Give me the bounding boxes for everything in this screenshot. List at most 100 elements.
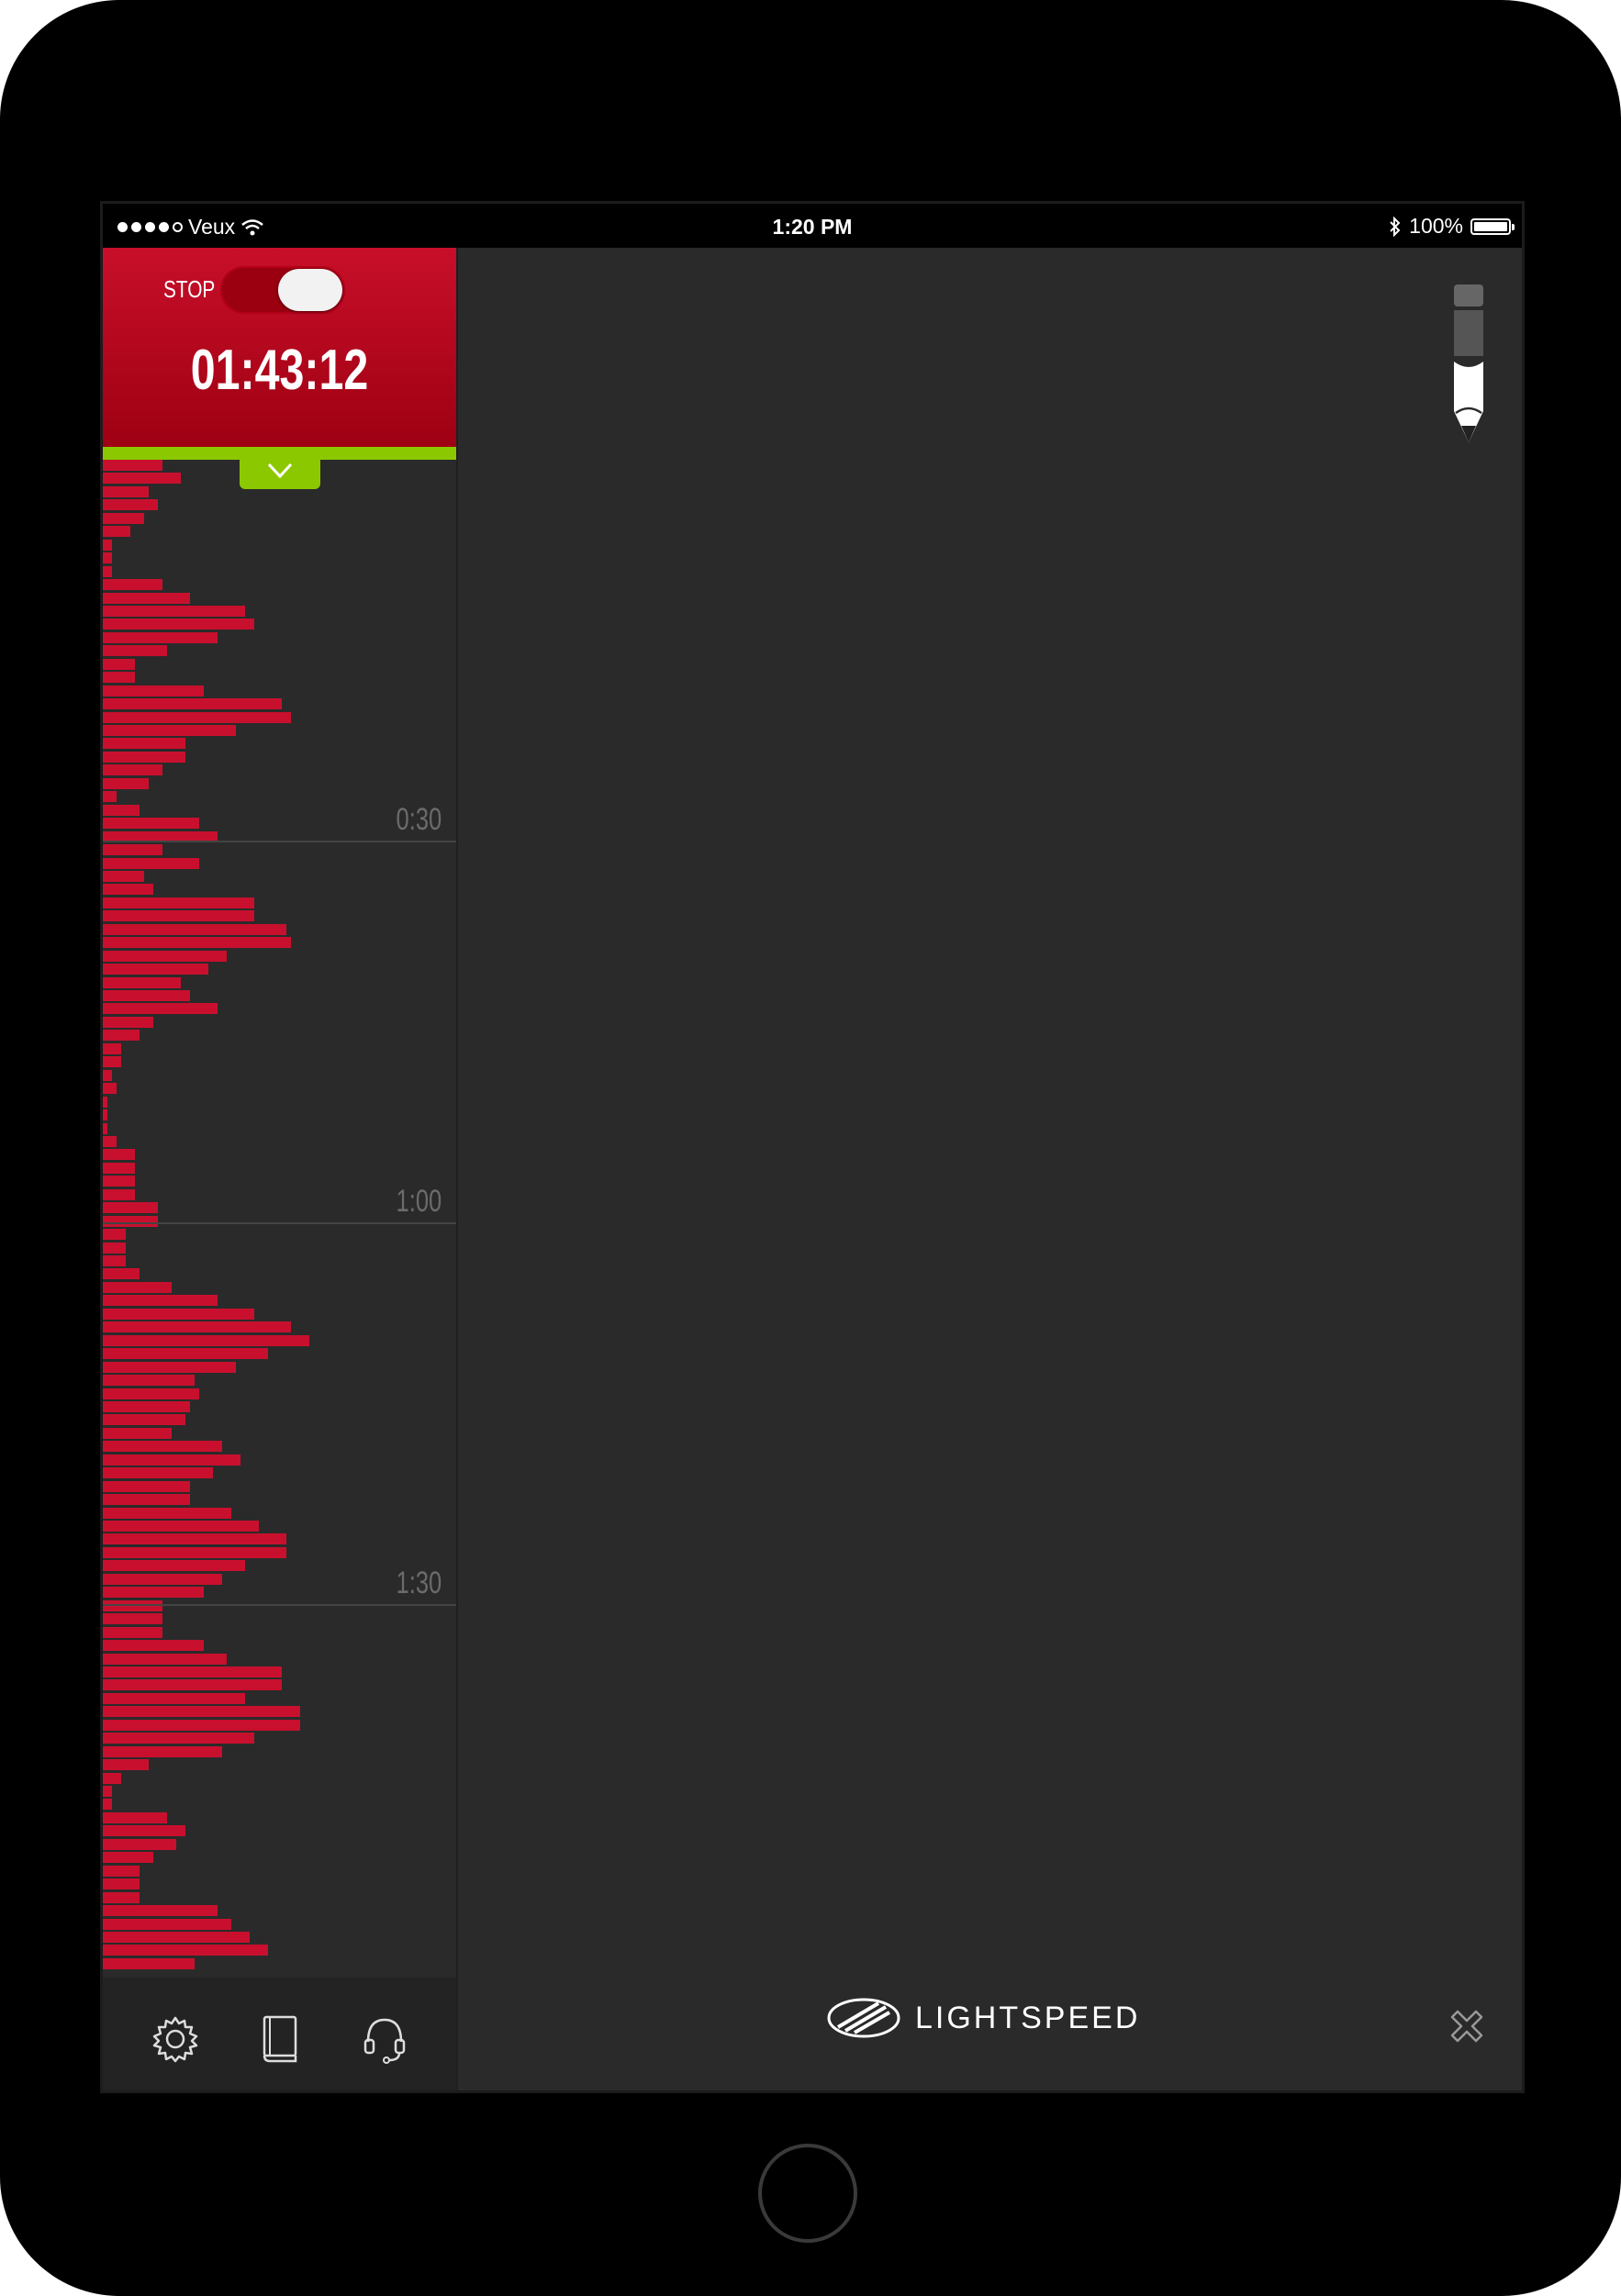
level-bar: [103, 1135, 117, 1147]
level-bar: [103, 990, 190, 1001]
level-bar: [103, 1016, 153, 1028]
level-bar: [103, 672, 135, 684]
level-bar: [103, 1786, 112, 1797]
level-bar: [103, 1215, 158, 1227]
level-bar: [103, 976, 181, 988]
level-bar: [103, 1533, 286, 1545]
level-bar: [103, 1613, 162, 1625]
battery-percent: 100%: [1409, 214, 1463, 238]
level-bar: [103, 631, 218, 643]
level-graph: 0:30 1:00 1:30: [103, 460, 456, 1978]
level-bar: [103, 1745, 222, 1757]
level-bar: [103, 1441, 222, 1453]
level-bar: [103, 1321, 291, 1333]
level-bar: [103, 1122, 107, 1134]
level-bar: [103, 1865, 140, 1877]
support-button[interactable]: [360, 2014, 409, 2064]
level-bar: [103, 1811, 167, 1823]
level-bar: [103, 1400, 190, 1412]
level-bar: [103, 1229, 126, 1241]
level-bar: [103, 1852, 153, 1864]
level-bar: [103, 857, 199, 869]
level-bar: [103, 1202, 158, 1214]
manual-button[interactable]: [255, 2014, 305, 2064]
logo-text: LIGHTSPEED: [915, 2000, 1141, 2035]
level-bar: [103, 1546, 286, 1558]
level-bar: [103, 1759, 149, 1771]
time-marker-label: 0:30: [396, 802, 442, 837]
elapsed-timer: 01:43:12: [190, 339, 369, 402]
level-bar: [103, 1388, 199, 1399]
sidebar-footer: [103, 1978, 456, 2090]
level-bar: [103, 1891, 140, 1903]
level-bar: [103, 1957, 195, 1969]
time-marker-line: [103, 1222, 456, 1224]
level-bar: [103, 658, 135, 670]
level-bar: [103, 1042, 121, 1054]
toggle-knob: [278, 269, 342, 311]
level-bar: [103, 870, 144, 882]
level-bar: [103, 1679, 282, 1691]
level-bar: [103, 473, 181, 485]
sidebar: STOP 01:43:12 0:30 1:00 1:30: [103, 248, 458, 2090]
level-bar: [103, 1109, 107, 1121]
level-bar: [103, 1454, 240, 1466]
level-bar: [103, 1030, 140, 1042]
gear-icon: [152, 2016, 198, 2063]
pencil-icon: [1454, 284, 1483, 442]
level-bar: [103, 1427, 172, 1439]
level-bar: [103, 777, 149, 789]
settings-button[interactable]: [151, 2014, 200, 2064]
level-bar: [103, 1838, 176, 1850]
close-icon: [1450, 2010, 1483, 2043]
level-bar: [103, 844, 162, 856]
level-bar: [103, 1931, 250, 1943]
level-bar: [103, 791, 117, 803]
level-bar: [103, 1878, 140, 1890]
status-bar: Veux 1:20 PM 100%: [103, 204, 1522, 248]
level-bar: [103, 1281, 172, 1293]
level-bar: [103, 1825, 185, 1837]
status-right: 100%: [1389, 214, 1515, 239]
level-bar: [103, 804, 140, 816]
level-bar: [103, 1255, 126, 1266]
level-bar: [103, 1176, 135, 1187]
level-bar: [103, 1308, 254, 1320]
level-bar: [103, 1268, 140, 1280]
level-bar: [103, 685, 204, 697]
level-bar: [103, 964, 208, 975]
stop-toggle[interactable]: [220, 266, 345, 314]
annotate-button[interactable]: [1448, 284, 1485, 454]
level-bar: [103, 818, 199, 830]
level-bar: [103, 1733, 254, 1744]
home-button[interactable]: [758, 2144, 857, 2243]
level-bar: [103, 1494, 190, 1506]
main-panel: LIGHTSPEED: [458, 248, 1522, 2090]
level-bar: [103, 1188, 135, 1200]
level-bar: [103, 1666, 282, 1677]
close-button[interactable]: [1448, 2008, 1485, 2049]
timer-header: STOP 01:43:12: [103, 248, 456, 447]
level-bar: [103, 1507, 231, 1519]
level-bar: [103, 1003, 218, 1015]
level-bar: [103, 539, 112, 551]
level-bar: [103, 1640, 204, 1652]
level-bar: [103, 579, 162, 591]
collapse-button[interactable]: [240, 455, 320, 489]
level-bar: [103, 592, 190, 604]
level-bar: [103, 499, 158, 511]
level-bar: [103, 1348, 268, 1360]
level-bar: [103, 698, 282, 710]
level-bar: [103, 1467, 213, 1479]
bluetooth-icon: [1390, 216, 1401, 237]
level-bar: [103, 645, 167, 657]
level-bar: [103, 1918, 231, 1930]
lightspeed-emblem-icon: [827, 1998, 900, 2038]
tablet-frame: Veux 1:20 PM 100% STOP 01:43:12 0:30 1:0…: [0, 0, 1621, 2296]
level-bar: [103, 738, 185, 750]
level-bar: [103, 910, 254, 922]
level-bar: [103, 937, 291, 949]
level-bar: [103, 751, 185, 763]
chevron-down-icon: [267, 463, 293, 479]
stop-label: STOP: [163, 275, 216, 303]
